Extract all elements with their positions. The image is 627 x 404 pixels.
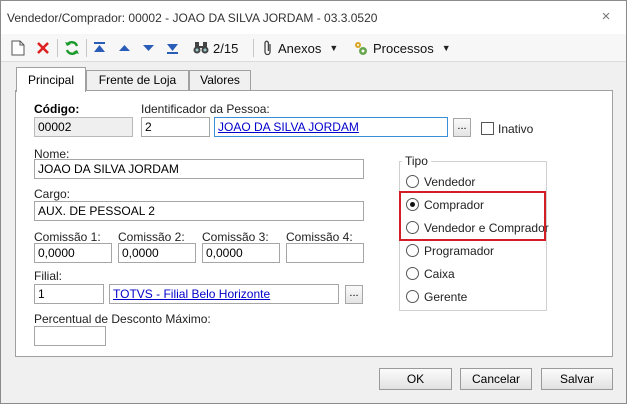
inativo-label: Inativo <box>498 122 534 136</box>
comissao-1-field[interactable]: 0,0000 <box>34 243 112 263</box>
radio-gerente[interactable] <box>406 290 419 303</box>
percentual-desconto-field[interactable] <box>34 326 106 346</box>
comissao-2-label: Comissão 2: <box>118 230 185 244</box>
comissao-4-field[interactable] <box>286 243 364 263</box>
title-bar: Vendedor/Comprador: 00002 - JOAO DA SILV… <box>1 1 626 34</box>
tab-frente-de-loja[interactable]: Frente de Loja <box>86 70 189 91</box>
new-document-icon[interactable] <box>11 39 25 57</box>
next-record-icon[interactable] <box>142 39 155 57</box>
comissao-2-field[interactable]: 0,0000 <box>118 243 196 263</box>
cargo-field[interactable]: AUX. DE PESSOAL 2 <box>34 201 364 221</box>
nome-field[interactable]: JOAO DA SILVA JORDAM <box>34 159 364 179</box>
last-record-icon[interactable] <box>166 39 179 57</box>
processes-icon <box>353 40 369 56</box>
radio-vendedor[interactable] <box>406 175 419 188</box>
delete-icon[interactable] <box>36 39 50 57</box>
toolbar-separator <box>86 39 87 57</box>
radio-gerente-label[interactable]: Gerente <box>424 290 467 304</box>
filial-name-field[interactable]: TOTVS - Filial Belo Horizonte <box>109 284 339 304</box>
identificador-lookup-button[interactable]: ... <box>453 118 471 137</box>
comissao-3-label: Comissão 3: <box>202 230 269 244</box>
radio-programador-label[interactable]: Programador <box>424 244 494 258</box>
toolbar-separator <box>57 39 58 57</box>
toolbar-separator <box>253 39 254 57</box>
anexos-label: Anexos <box>278 40 322 56</box>
comissao-1-label: Comissão 1: <box>34 230 101 244</box>
selection-highlight-box <box>399 191 546 241</box>
comissao-3-field[interactable]: 0,0000 <box>202 243 280 263</box>
radio-caixa-label[interactable]: Caixa <box>424 267 455 281</box>
processos-label: Processos <box>373 40 434 56</box>
tab-strip: Principal Frente de Loja Valores <box>1 67 626 92</box>
filial-label: Filial: <box>34 269 63 283</box>
comissao-4-label: Comissão 4: <box>286 230 353 244</box>
attachment-icon <box>262 40 274 56</box>
radio-vendedor-label[interactable]: Vendedor <box>424 175 475 189</box>
percentual-desconto-label: Percentual de Desconto Máximo: <box>34 312 211 326</box>
identificador-name-field[interactable]: JOAO DA SILVA JORDAM <box>214 117 448 137</box>
tipo-group-title: Tipo <box>402 154 431 168</box>
identificador-label: Identificador da Pessoa: <box>141 102 270 116</box>
cancel-button[interactable]: Cancelar <box>460 368 532 390</box>
toolbar: 2/15 Anexos ▼ Processos ▼ <box>1 34 626 62</box>
cargo-label: Cargo: <box>34 187 71 201</box>
tab-valores[interactable]: Valores <box>189 70 251 91</box>
identificador-id-field[interactable]: 2 <box>141 117 210 137</box>
previous-record-icon[interactable] <box>118 39 131 57</box>
chevron-down-icon: ▼ <box>329 43 339 53</box>
codigo-label: Código: <box>34 102 80 116</box>
radio-caixa[interactable] <box>406 267 419 280</box>
record-position[interactable]: 2/15 <box>193 39 238 57</box>
processos-dropdown[interactable]: Processos ▼ <box>353 39 451 57</box>
chevron-down-icon: ▼ <box>441 43 451 53</box>
binoculars-icon <box>193 41 209 55</box>
codigo-field[interactable]: 00002 <box>34 117 133 137</box>
radio-programador[interactable] <box>406 244 419 257</box>
dialog-window: Vendedor/Comprador: 00002 - JOAO DA SILV… <box>0 0 627 404</box>
anexos-dropdown[interactable]: Anexos ▼ <box>262 39 338 57</box>
inativo-checkbox[interactable] <box>481 122 494 135</box>
window-title: Vendedor/Comprador: 00002 - JOAO DA SILV… <box>7 11 378 25</box>
tab-principal[interactable]: Principal <box>16 67 86 92</box>
first-record-icon[interactable] <box>93 39 106 57</box>
filial-lookup-button[interactable]: ... <box>345 285 363 304</box>
refresh-icon[interactable] <box>64 39 80 57</box>
close-icon[interactable]: × <box>599 9 613 24</box>
filial-code-field[interactable]: 1 <box>34 284 104 304</box>
record-position-label: 2/15 <box>213 40 239 56</box>
ok-button[interactable]: OK <box>379 368 452 390</box>
save-button[interactable]: Salvar <box>541 368 613 390</box>
tab-panel-principal: Código: 00002 Identificador da Pessoa: 2… <box>15 90 613 357</box>
